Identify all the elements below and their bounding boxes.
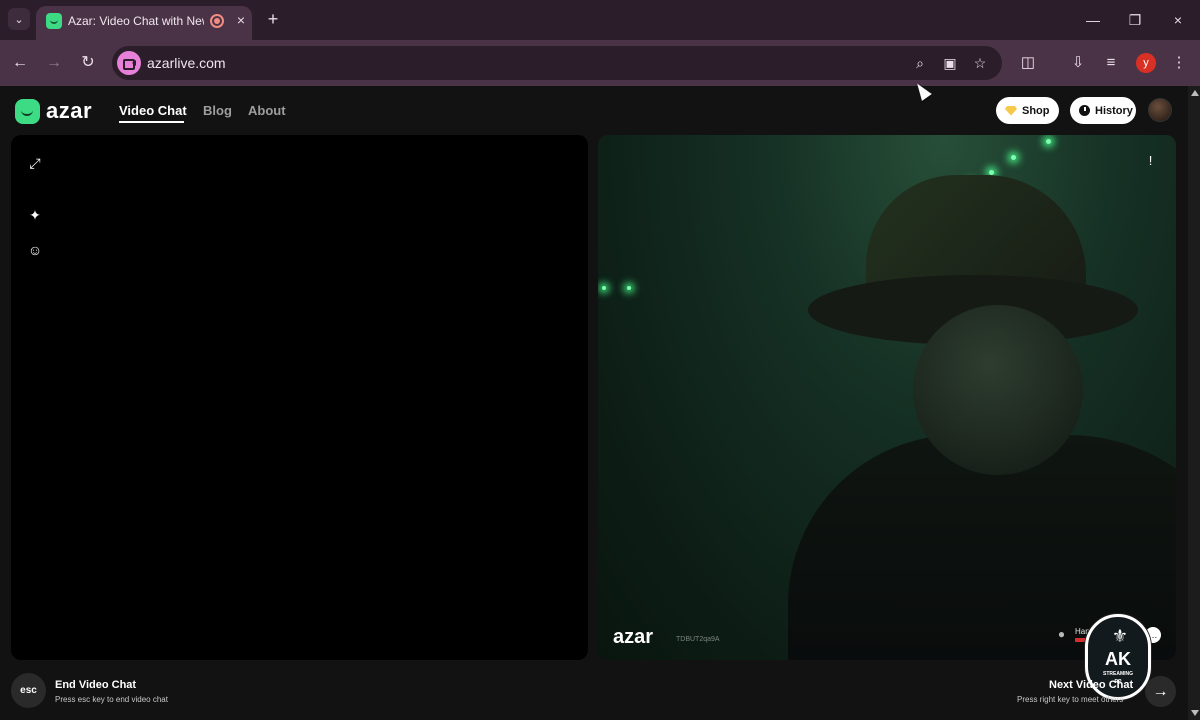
azar-favicon-icon — [46, 13, 62, 29]
self-video-panel: ⤢ ✦ ☺ — [11, 135, 588, 660]
zoom-icon[interactable]: ⌕ — [909, 52, 931, 74]
partner-face — [913, 305, 1083, 475]
video-session-id: TDBUT2qa9A — [676, 636, 720, 643]
arrow-right-icon[interactable]: → — [42, 51, 66, 75]
chevron-down-icon[interactable]: ⌄ — [8, 8, 30, 30]
person-icon: ● — [1057, 627, 1066, 641]
gem-icon — [1005, 105, 1017, 116]
media-control-icon[interactable]: ≡ — [1099, 51, 1123, 75]
arrow-right-next-icon[interactable]: → — [1145, 676, 1176, 707]
expand-icon[interactable]: ⤢ — [27, 155, 43, 171]
plus-icon[interactable]: + — [262, 9, 284, 31]
green-light-dot — [627, 286, 631, 290]
logo-text: azar — [46, 98, 93, 123]
download-icon[interactable]: ⇩ — [1066, 51, 1090, 75]
recording-icon — [210, 14, 224, 28]
nav-blog[interactable]: Blog — [203, 103, 232, 118]
address-bar[interactable]: azarlive.com ⌕ ▣ ☆ — [112, 46, 1002, 80]
active-nav-underline — [119, 121, 184, 123]
next-video-chat-hint: Press right key to meet others — [1017, 695, 1124, 704]
smile-chat-icon — [15, 98, 40, 124]
star-icon[interactable]: ☆ — [969, 52, 991, 74]
close-icon[interactable]: × — [232, 11, 250, 29]
history-button[interactable]: History — [1070, 97, 1136, 124]
browser-toolbar: ← → ↻ azarlive.com ⌕ ▣ ☆ ◫ ⇩ ≡ ⋮ — [0, 40, 1200, 86]
scroll-up-icon[interactable] — [1191, 90, 1199, 96]
partner-video-panel — [598, 135, 1176, 660]
active-tab[interactable]: Azar: Video Chat with New People × — [36, 6, 252, 40]
history-label: History — [1095, 104, 1133, 117]
report-shield-icon[interactable]: ! — [1142, 152, 1159, 171]
end-video-chat-title: End Video Chat — [55, 679, 137, 691]
tab-title: Azar: Video Chat with New People — [68, 14, 204, 28]
scroll-down-icon[interactable] — [1191, 710, 1199, 716]
restore-icon[interactable]: ❐ — [1122, 8, 1148, 32]
partner-person — [788, 165, 1176, 660]
url-text[interactable]: azarlive.com — [147, 55, 226, 71]
arrow-left-icon[interactable]: ← — [8, 51, 32, 75]
browser-window: ⌄ Azar: Video Chat with New People × + —… — [0, 0, 1200, 720]
tab-strip: ⌄ Azar: Video Chat with New People × + —… — [0, 0, 1200, 40]
puzzle-icon[interactable]: ◫ — [1016, 51, 1040, 75]
ak-badge-subtitle: STREAMING — [1103, 671, 1133, 677]
reload-icon[interactable]: ↻ — [76, 51, 100, 75]
face-filter-icon[interactable]: ☺ — [27, 242, 43, 258]
shop-label: Shop — [1022, 104, 1050, 117]
nav-video-chat[interactable]: Video Chat — [119, 103, 187, 118]
video-camera-icon[interactable] — [117, 51, 141, 75]
shop-button[interactable]: Shop — [996, 97, 1059, 124]
end-video-chat-hint: Press esc key to end video chat — [55, 695, 168, 704]
nav-about[interactable]: About — [248, 103, 286, 118]
sparkles-effect-icon[interactable]: ✦ — [27, 207, 43, 223]
user-avatar[interactable] — [1148, 98, 1172, 122]
azar-logo[interactable]: azar — [15, 98, 92, 124]
next-video-chat-title: Next Video Chat — [1049, 679, 1134, 691]
clock-icon — [1079, 105, 1090, 116]
install-icon[interactable]: ▣ — [939, 52, 961, 74]
ak-badge-title: AK — [1105, 649, 1131, 669]
video-watermark-logo: azar — [613, 626, 654, 648]
end-chat-esc-button[interactable]: esc — [11, 673, 46, 708]
green-light-dot — [1011, 155, 1016, 160]
green-light-dot — [602, 286, 606, 290]
minimize-icon[interactable]: — — [1080, 8, 1106, 32]
eagle-wings-icon: ⚜ — [1111, 626, 1129, 646]
kebab-menu-icon[interactable]: ⋮ — [1167, 51, 1191, 75]
green-light-dot — [1046, 139, 1051, 144]
profile-avatar[interactable]: y — [1136, 53, 1156, 73]
window-close-icon[interactable]: × — [1165, 8, 1191, 32]
page-scrollbar[interactable] — [1188, 86, 1200, 720]
